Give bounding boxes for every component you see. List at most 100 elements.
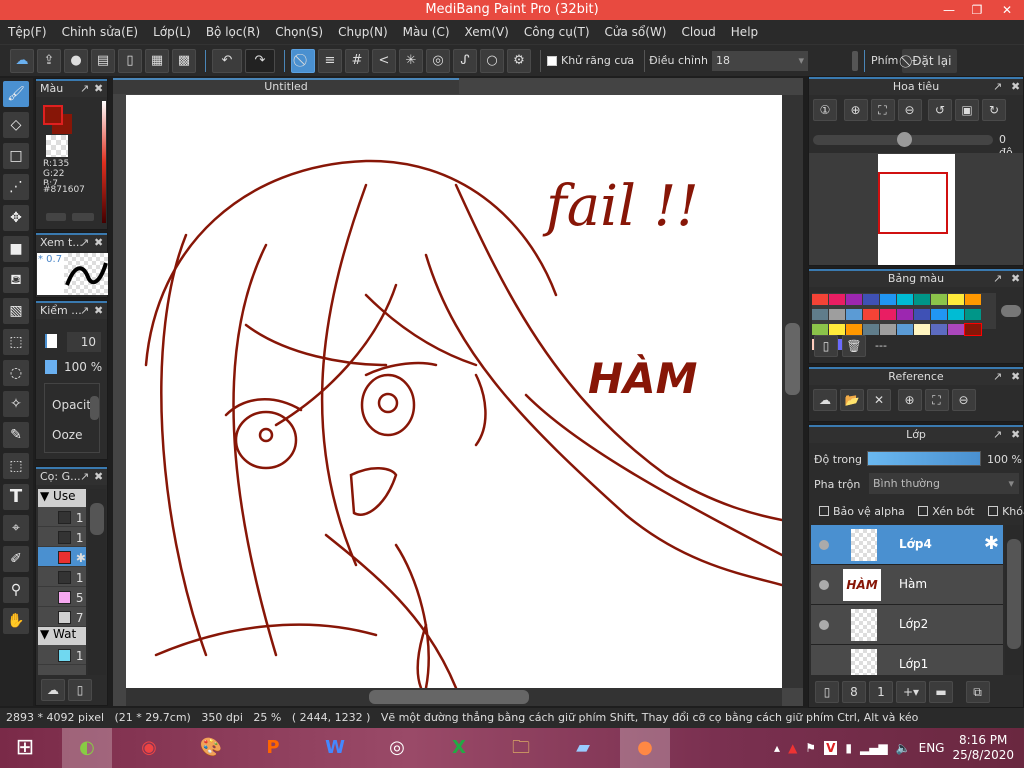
viewport-rect[interactable] [878, 172, 948, 234]
palette-swatch[interactable] [897, 294, 913, 305]
magic-wand-icon[interactable]: ✧ [3, 391, 29, 417]
document-tab[interactable]: Untitled [113, 78, 459, 94]
palette-swatch[interactable] [880, 294, 896, 305]
select-pen-icon[interactable]: ✎ [3, 422, 29, 448]
popout-icon[interactable]: ↗ [993, 271, 1002, 287]
tray-arrow-icon[interactable]: ▴ [774, 741, 780, 755]
popout-icon[interactable]: ↗ [993, 427, 1002, 443]
close-reference-icon[interactable]: ✕ [867, 389, 891, 411]
share-icon[interactable]: ⇪ [37, 48, 61, 73]
rotate-left-icon[interactable]: ↺ [928, 99, 952, 121]
schedule-icon[interactable]: ▦ [145, 48, 169, 73]
new-palette-icon[interactable]: ▯ [814, 335, 838, 357]
excel-icon[interactable]: X [434, 728, 484, 768]
notepad-icon[interactable]: ▰ [558, 728, 608, 768]
adjust-select[interactable]: 18 ▾ [711, 50, 808, 71]
palette-scrollbar[interactable] [1001, 293, 1021, 329]
operation-tool-icon[interactable]: ⌖ [3, 515, 29, 541]
color-option-button[interactable] [72, 213, 94, 221]
palette-swatch[interactable] [829, 324, 845, 335]
redo-icon[interactable]: ↷ [245, 48, 275, 73]
brush-item[interactable]: 1 [38, 567, 86, 587]
palette-swatch[interactable] [931, 309, 947, 320]
medibang-icon[interactable]: ● [620, 728, 670, 768]
palette-swatch[interactable] [897, 324, 913, 335]
file-explorer-icon[interactable]: 🗀 [496, 728, 546, 768]
chrome-icon[interactable]: ◉ [124, 728, 174, 768]
brush-size-input[interactable]: 10 [67, 332, 101, 352]
menu-cloud[interactable]: Cloud [682, 25, 716, 39]
close-icon[interactable]: ✖ [1011, 271, 1020, 287]
close-button[interactable]: ✕ [990, 0, 1024, 20]
palette-swatch[interactable] [812, 309, 828, 320]
select-tool-icon[interactable]: ⬚ [3, 329, 29, 355]
powerpoint-icon[interactable]: P [248, 728, 298, 768]
menu-color[interactable]: Màu (C) [403, 25, 450, 39]
popout-icon[interactable]: ↗ [993, 79, 1002, 95]
vertical-scrollbar[interactable] [782, 95, 803, 688]
close-icon[interactable]: ✖ [1011, 369, 1020, 385]
menu-help[interactable]: Help [731, 25, 758, 39]
horizontal-scrollbar[interactable] [126, 688, 782, 706]
palette-swatch[interactable] [931, 324, 947, 335]
duplicate-layer-icon[interactable]: ⧉ [965, 681, 990, 703]
brush-item[interactable]: 1 [38, 645, 86, 665]
document-icon[interactable]: ▯ [118, 48, 142, 73]
blend-mode-select[interactable]: Bình thường ▾ [869, 473, 1019, 494]
folder-icon[interactable]: ▬ [929, 681, 953, 703]
trash-icon[interactable]: 🗑 [842, 335, 866, 357]
popout-icon[interactable]: ↗ [80, 235, 89, 251]
ellipse-snap-icon[interactable]: ○ [480, 48, 504, 73]
menu-layer[interactable]: Lớp(L) [153, 25, 191, 39]
toolbar-handle[interactable] [851, 50, 858, 71]
hand-tool-icon[interactable]: ✋ [3, 608, 29, 634]
visibility-icon[interactable] [819, 620, 829, 630]
menu-filter[interactable]: Bộ lọc(R) [206, 25, 260, 39]
brush-group-use[interactable]: ▼ Use [38, 489, 86, 507]
flag-icon[interactable]: ⚑ [805, 741, 816, 755]
brush-item[interactable]: 1 [38, 507, 86, 527]
gear-icon[interactable]: ✱ [76, 551, 86, 565]
task-icon[interactable]: ▩ [172, 48, 196, 73]
tray-app-icon[interactable]: ▲ [788, 741, 797, 755]
cloud-download-icon[interactable]: ☁ [813, 389, 837, 411]
menu-snap[interactable]: Chụp(N) [338, 25, 388, 39]
palette-swatch[interactable] [846, 324, 862, 335]
add-layer-menu-icon[interactable]: +▾ [896, 681, 926, 703]
zoom-out-icon[interactable]: ⊖ [897, 99, 922, 121]
vietkey-icon[interactable]: V [824, 741, 838, 755]
zoom-in-icon[interactable]: ⊕ [897, 389, 922, 411]
popout-icon[interactable]: ↗ [80, 81, 89, 97]
opacity-property[interactable]: Opacit [52, 390, 90, 420]
language-indicator[interactable]: ENG [919, 741, 945, 755]
undo-icon[interactable]: ↶ [212, 48, 242, 73]
palette-swatch[interactable] [914, 324, 930, 335]
palette-swatch[interactable] [846, 294, 862, 305]
concentric-snap-icon[interactable]: ◎ [426, 48, 450, 73]
radial-snap-icon[interactable]: ✳ [399, 48, 423, 73]
zoom-out-icon[interactable]: ⊖ [951, 389, 976, 411]
palette-swatch[interactable] [863, 294, 879, 305]
rotation-slider[interactable] [813, 132, 993, 147]
clock[interactable]: 8:16 PM 25/8/2020 [952, 733, 1014, 763]
reset-button[interactable]: ⃠ Đặt lại [902, 48, 958, 73]
palette-swatch[interactable] [829, 294, 845, 305]
new-1bit-layer-icon[interactable]: 1 [869, 681, 893, 703]
paint-icon[interactable]: 🎨 [186, 728, 236, 768]
palette-swatch[interactable] [931, 294, 947, 305]
snap-off-icon[interactable]: ⃠ [291, 48, 315, 73]
move-tool-icon[interactable]: ✥ [3, 205, 29, 231]
color-option-button[interactable] [46, 213, 66, 221]
radial-line-icon[interactable]: < [372, 48, 396, 73]
navigator-preview[interactable] [809, 153, 1023, 265]
close-icon[interactable]: ✖ [1011, 79, 1020, 95]
fill-rect-tool-icon[interactable]: ■ [3, 236, 29, 262]
curve-snap-icon[interactable]: ᔑ [453, 48, 477, 73]
brush-group-watercolor[interactable]: ▼ Wat [38, 627, 86, 645]
brush-item[interactable]: 7 [38, 607, 86, 627]
rotate-right-icon[interactable]: ↻ [982, 99, 1006, 121]
battery-icon[interactable]: ▮ [845, 741, 852, 755]
palette-swatch[interactable] [812, 294, 828, 305]
text-tool-icon[interactable]: T [3, 484, 29, 510]
palette-swatch[interactable] [880, 324, 896, 335]
